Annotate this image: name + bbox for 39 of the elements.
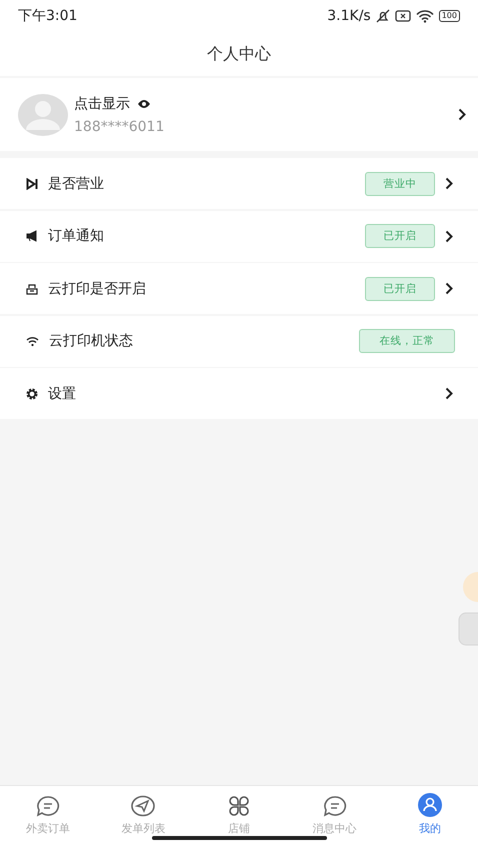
menu-label: 订单通知	[48, 227, 105, 245]
chat-icon	[322, 795, 347, 817]
menu-label: 是否营业	[48, 174, 105, 192]
menu-item[interactable]: 设置	[0, 368, 478, 419]
status-tag: 在线，正常	[359, 329, 455, 353]
printer-icon	[26, 282, 38, 294]
menu-label: 云打印机状态	[49, 332, 134, 350]
user-name: 点击显示	[74, 94, 130, 112]
profile-card[interactable]: 点击显示 188****6011	[0, 78, 478, 151]
bell-off-icon	[376, 9, 390, 23]
status-tag: 营业中	[365, 172, 435, 196]
menu-label: 设置	[48, 384, 77, 402]
person-icon	[418, 793, 442, 817]
home-indicator[interactable]	[152, 836, 326, 840]
status-tag: 已开启	[365, 224, 435, 248]
menu-label: 云打印是否开启	[48, 280, 147, 298]
tab-item[interactable]: 我的	[382, 786, 478, 836]
avatar-icon	[18, 94, 68, 136]
play-bar-icon	[26, 178, 38, 190]
menu-item[interactable]: 云打印机状态 在线，正常	[0, 316, 478, 366]
eye-icon[interactable]	[137, 98, 151, 108]
phone-number: 188****6011	[74, 118, 166, 134]
send-icon	[131, 795, 156, 817]
chevron-icon	[458, 108, 466, 121]
status-tag: 已开启	[365, 276, 435, 300]
menu-item[interactable]: 云打印是否开启 已开启	[0, 263, 478, 314]
status-time: 下午3:01	[18, 7, 78, 25]
wifi-icon	[416, 10, 434, 22]
page-title: 个人中心	[207, 44, 271, 64]
menu-item[interactable]: 是否营业 营业中	[0, 158, 478, 209]
wifi-icon	[26, 336, 39, 346]
network-speed: 3.1K/s	[327, 8, 371, 24]
megaphone-icon	[26, 230, 38, 242]
battery-indicator: 100	[438, 10, 460, 22]
chat-icon	[36, 795, 60, 817]
sim-icon	[394, 10, 411, 22]
settings-icon	[26, 388, 38, 400]
menu-item[interactable]: 订单通知 已开启	[0, 210, 478, 262]
clover-icon	[226, 795, 251, 817]
